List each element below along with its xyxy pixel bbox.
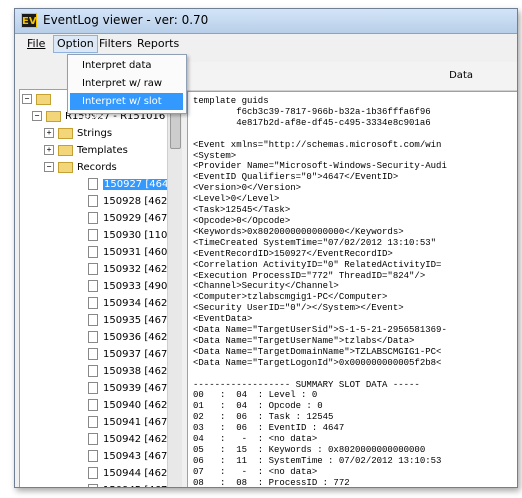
tree-record-label: 150933 [4902]	[103, 281, 168, 292]
folder-icon	[46, 110, 61, 122]
tree-record-label: 150940 [4624]	[103, 400, 168, 411]
tree-record-label: 150935 [4672]	[103, 315, 168, 326]
folder-icon	[58, 127, 73, 139]
tree-root[interactable]: −	[22, 91, 55, 108]
tree-record-item[interactable]: 150929 [4672]	[88, 210, 168, 227]
record-data-pane[interactable]: template guids f6cb3c39-7817-966b-b32a-1…	[187, 91, 517, 488]
tree-node-templates-label: Templates	[77, 145, 128, 156]
document-icon	[88, 314, 98, 326]
tree-record-item[interactable]: 150931 [4608]	[88, 244, 168, 261]
document-icon	[88, 331, 98, 343]
document-icon	[88, 416, 98, 428]
tree-record-label: 150930 [1100]	[103, 230, 168, 241]
record-tree[interactable]: − − R150927 - R151016 + Strings + Templates…	[19, 89, 169, 487]
tree-scrollbar[interactable]	[167, 89, 182, 487]
tree-record-label: 150939 [4672]	[103, 383, 168, 394]
tree-record-label: 150934 [4624]	[103, 298, 168, 309]
tree-record-item[interactable]: 150940 [4624]	[88, 397, 168, 414]
folder-icon	[36, 93, 51, 105]
tree-record-label: 150932 [4624]	[103, 264, 168, 275]
expand-icon[interactable]: +	[44, 145, 54, 155]
tree-record-item[interactable]: 150933 [4902]	[88, 278, 168, 295]
menu-item-interpret-slot-data[interactable]: Interpret w/ slot data	[70, 93, 183, 124]
tree-record-label: 150927 [4647]	[103, 179, 168, 190]
tree-record-item[interactable]: 150927 [4647]	[88, 176, 168, 193]
tree-record-label: 150938 [4624]	[103, 366, 168, 377]
collapse-icon[interactable]: −	[22, 94, 32, 104]
menu-file[interactable]: File	[27, 37, 45, 50]
menu-file-label: File	[27, 37, 46, 50]
tree-node-templates[interactable]: + Templates	[44, 142, 128, 159]
document-icon	[88, 246, 98, 258]
title-bar[interactable]: EV EventLog viewer - ver: 0.70	[15, 9, 517, 34]
tree-record-label: 150942 [4624]	[103, 434, 168, 445]
document-icon	[88, 297, 98, 309]
collapse-icon[interactable]: −	[32, 111, 42, 121]
tree-node-strings-label: Strings	[77, 128, 113, 139]
menu-option[interactable]: Option	[53, 35, 98, 53]
tree-record-item[interactable]: 150942 [4624]	[88, 431, 168, 448]
tree-record-label: 150936 [4624]	[103, 332, 168, 343]
tree-record-label: 150945 [4672]	[103, 485, 168, 487]
menu-filters-label: Filters	[99, 37, 132, 50]
folder-icon	[58, 161, 73, 173]
tree-record-label: 150929 [4672]	[103, 213, 168, 224]
app-window: EV EventLog viewer - ver: 0.70 File Opti…	[14, 8, 518, 488]
tree-record-item[interactable]: 150941 [4672]	[88, 414, 168, 431]
tree-node-strings[interactable]: + Strings	[44, 125, 112, 142]
document-icon	[88, 365, 98, 377]
menu-reports-label: Reports	[137, 37, 180, 50]
menu-item-interpret-data[interactable]: Interpret data	[70, 57, 183, 74]
tree-record-item[interactable]: 150943 [4672]	[88, 448, 168, 465]
collapse-icon[interactable]: −	[44, 162, 54, 172]
tree-record-item[interactable]: 150935 [4672]	[88, 312, 168, 329]
document-icon	[88, 450, 98, 462]
window-title: EventLog viewer - ver: 0.70	[43, 13, 209, 27]
document-icon	[88, 399, 98, 411]
tree-record-item[interactable]: 150928 [4624]	[88, 193, 168, 210]
document-icon	[88, 348, 98, 360]
document-icon	[88, 178, 98, 190]
document-icon	[88, 195, 98, 207]
document-icon	[88, 280, 98, 292]
option-menu-dropdown: Interpret data Interpret w/ raw data Int…	[67, 54, 187, 124]
tree-record-item[interactable]: 150934 [4624]	[88, 295, 168, 312]
record-xml-text: template guids f6cb3c39-7817-966b-b32a-1…	[193, 96, 447, 488]
tree-record-label: 150944 [4624]	[103, 468, 168, 479]
document-icon	[88, 263, 98, 275]
data-column-header[interactable]: Data	[449, 70, 473, 81]
tree-record-item[interactable]: 150939 [4672]	[88, 380, 168, 397]
document-icon	[88, 212, 98, 224]
content-header: Data	[187, 62, 517, 91]
document-icon	[88, 467, 98, 479]
menu-filters[interactable]: Filters	[99, 37, 132, 50]
menu-reports[interactable]: Reports	[137, 37, 179, 50]
folder-icon	[58, 144, 73, 156]
document-icon	[88, 229, 98, 241]
tree-record-item[interactable]: 150930 [1100]	[88, 227, 168, 244]
tree-record-label: 150943 [4672]	[103, 451, 168, 462]
tree-node-records[interactable]: − Records	[44, 159, 117, 176]
menu-bar: File Option Filters Reports	[15, 34, 517, 54]
tree-record-label: 150941 [4672]	[103, 417, 168, 428]
expand-icon[interactable]: +	[44, 128, 54, 138]
tree-record-label: 150928 [4624]	[103, 196, 168, 207]
app-icon: EV	[21, 13, 37, 28]
tree-record-item[interactable]: 150936 [4624]	[88, 329, 168, 346]
tree-node-records-label: Records	[77, 162, 117, 173]
tree-record-item[interactable]: 150932 [4624]	[88, 261, 168, 278]
tree-record-label: 150931 [4608]	[103, 247, 168, 258]
document-icon	[88, 484, 98, 487]
tree-record-item[interactable]: 150938 [4624]	[88, 363, 168, 380]
tree-record-item[interactable]: 150945 [4672]	[88, 482, 168, 487]
tree-record-label: 150937 [4672]	[103, 349, 168, 360]
menu-option-label: Option	[57, 37, 94, 50]
document-icon	[88, 382, 98, 394]
tree-record-item[interactable]: 150937 [4672]	[88, 346, 168, 363]
menu-item-interpret-raw-data[interactable]: Interpret w/ raw data	[70, 75, 183, 106]
tree-record-item[interactable]: 150944 [4624]	[88, 465, 168, 482]
document-icon	[88, 433, 98, 445]
